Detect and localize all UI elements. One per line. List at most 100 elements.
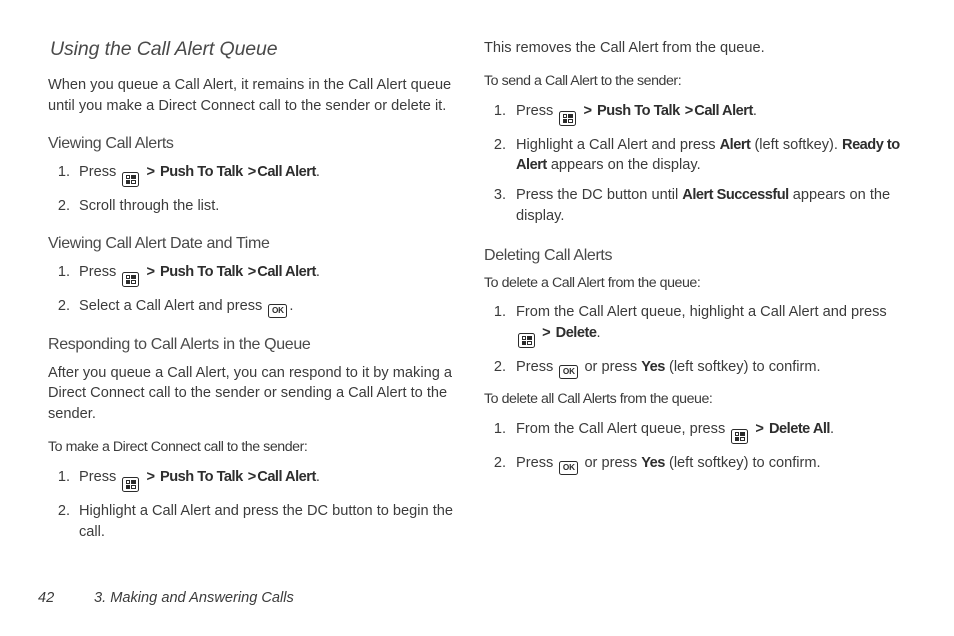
steps-send-call-alert: 1. Press > Push To Talk >Call Alert. 2. … bbox=[484, 101, 904, 227]
list-item: 2. Scroll through the list. bbox=[48, 196, 460, 217]
lead-send-call-alert: To send a Call Alert to the sender: bbox=[484, 72, 682, 89]
step-number: 2. bbox=[493, 359, 506, 376]
path-separator-icon: > bbox=[755, 421, 764, 438]
step-number: 2. bbox=[57, 297, 70, 314]
step-number: 1. bbox=[493, 304, 506, 321]
step-number: 2. bbox=[57, 502, 70, 519]
steps-delete-one: 1. From the Call Alert queue, highlight … bbox=[484, 302, 904, 380]
lead-delete-one: To delete a Call Alert from the queue: bbox=[484, 274, 701, 291]
ok-key-icon: OK bbox=[268, 303, 288, 318]
path-separator-icon: > bbox=[247, 163, 257, 180]
step-number: 2. bbox=[57, 197, 70, 214]
heading-viewing-call-alerts: Viewing Call Alerts bbox=[48, 134, 174, 152]
path-separator-icon: > bbox=[247, 468, 257, 485]
step-press-label: Press bbox=[516, 455, 554, 472]
steps-viewing-call-alerts: 1. Press > Push To Talk >Call Alert. 2. … bbox=[48, 162, 460, 217]
list-item: 1. Press > Push To Talk >Call Alert. bbox=[484, 101, 904, 126]
step-number: 1. bbox=[57, 163, 70, 180]
menu-key-icon bbox=[731, 429, 749, 445]
step-number: 2. bbox=[493, 455, 506, 472]
step-trailing: . bbox=[315, 163, 320, 180]
step-text: Select a Call Alert and press bbox=[79, 297, 263, 314]
list-item: 2. Highlight a Call Alert and press Aler… bbox=[484, 135, 904, 176]
step-number: 1. bbox=[57, 468, 70, 485]
step-text-middle: or press bbox=[584, 455, 638, 472]
step-trailing: . bbox=[752, 102, 757, 119]
step-text: Highlight a Call Alert and press the DC … bbox=[79, 502, 453, 540]
step-trailing: . bbox=[289, 297, 294, 314]
step-press-label: Press bbox=[79, 468, 117, 485]
path-separator-icon: > bbox=[146, 468, 155, 485]
steps-direct-connect-call: 1. Press > Push To Talk >Call Alert. 2. … bbox=[48, 467, 460, 543]
path-separator-icon: > bbox=[684, 102, 694, 119]
menu-item-delete: Delete bbox=[555, 325, 597, 342]
step-trailing: . bbox=[315, 263, 320, 280]
menu-path-call-alert: Call Alert bbox=[257, 468, 316, 485]
path-separator-icon: > bbox=[583, 102, 592, 119]
step-trailing: . bbox=[315, 468, 320, 485]
step-text-middle: or press bbox=[584, 359, 638, 376]
step-press-label: Press bbox=[79, 263, 117, 280]
intro-paragraph: When you queue a Call Alert, it remains … bbox=[48, 77, 452, 115]
step-press-label: Press bbox=[516, 359, 554, 376]
softkey-yes: Yes bbox=[641, 455, 665, 472]
step-text-after: appears on the display. bbox=[550, 157, 701, 174]
footer-chapter: 3. Making and Answering Calls bbox=[94, 590, 294, 606]
path-separator-icon: > bbox=[146, 263, 155, 280]
step-text-after: (left softkey) to confirm. bbox=[668, 455, 821, 472]
list-item: 1. Press > Push To Talk >Call Alert. bbox=[48, 262, 460, 287]
left-column: Using the Call Alert Queue When you queu… bbox=[48, 38, 460, 553]
step-number: 1. bbox=[493, 102, 506, 119]
step-press-label: Press bbox=[516, 102, 554, 119]
page-footer: 42 3. Making and Answering Calls bbox=[38, 590, 294, 606]
step-number: 2. bbox=[493, 136, 506, 153]
steps-viewing-date-time: 1. Press > Push To Talk >Call Alert. 2. … bbox=[48, 262, 460, 318]
heading-viewing-date-time: Viewing Call Alert Date and Time bbox=[48, 234, 270, 252]
ok-key-icon: OK bbox=[559, 365, 579, 380]
menu-path-push-to-talk: Push To Talk bbox=[160, 468, 243, 485]
right-column: This removes the Call Alert from the que… bbox=[484, 38, 904, 486]
ok-key-icon: OK bbox=[559, 461, 579, 476]
step-text-after: (left softkey) to confirm. bbox=[668, 359, 821, 376]
menu-key-icon bbox=[559, 110, 577, 126]
step-text: From the Call Alert queue, press bbox=[516, 421, 726, 438]
list-item: 2. Press OK or press Yes (left softkey) … bbox=[484, 357, 904, 380]
step-number: 1. bbox=[493, 421, 506, 438]
list-item: 1. From the Call Alert queue, press > De… bbox=[484, 419, 904, 445]
footer-page-number: 42 bbox=[38, 590, 55, 606]
menu-key-icon bbox=[122, 271, 140, 287]
list-item: 2. Select a Call Alert and press OK. bbox=[48, 296, 460, 318]
list-item: 1. Press > Push To Talk >Call Alert. bbox=[48, 467, 460, 492]
list-item: 1. From the Call Alert queue, highlight … bbox=[484, 302, 904, 349]
menu-path-push-to-talk: Push To Talk bbox=[597, 102, 680, 119]
list-item: 2. Highlight a Call Alert and press the … bbox=[48, 501, 460, 542]
path-separator-icon: > bbox=[146, 163, 155, 180]
step-text-middle: (left softkey). bbox=[754, 136, 838, 153]
lead-direct-connect-call: To make a Direct Connect call to the sen… bbox=[48, 438, 308, 455]
softkey-alert: Alert bbox=[719, 136, 751, 153]
step-text: Scroll through the list. bbox=[79, 197, 220, 214]
lead-delete-all: To delete all Call Alerts from the queue… bbox=[484, 391, 713, 408]
step-press-label: Press bbox=[79, 163, 117, 180]
menu-path-call-alert: Call Alert bbox=[694, 102, 753, 119]
steps-delete-all: 1. From the Call Alert queue, press > De… bbox=[484, 419, 904, 476]
step-text: From the Call Alert queue, highlight a C… bbox=[516, 304, 887, 321]
list-item: 1. Press > Push To Talk >Call Alert. bbox=[48, 162, 460, 187]
heading-deleting-call-alerts: Deleting Call Alerts bbox=[484, 246, 613, 264]
menu-path-call-alert: Call Alert bbox=[257, 263, 316, 280]
menu-path-call-alert: Call Alert bbox=[257, 163, 316, 180]
step-trailing: . bbox=[829, 421, 835, 438]
menu-key-icon bbox=[122, 171, 140, 187]
page-title: Using the Call Alert Queue bbox=[50, 38, 278, 60]
step-number: 1. bbox=[57, 263, 70, 280]
removes-paragraph: This removes the Call Alert from the que… bbox=[484, 40, 765, 56]
manual-page: Using the Call Alert Queue When you queu… bbox=[0, 0, 954, 636]
status-alert-successful: Alert Successful bbox=[682, 187, 789, 204]
step-text: Highlight a Call Alert and press bbox=[516, 136, 716, 153]
menu-key-icon bbox=[518, 333, 535, 349]
menu-key-icon bbox=[122, 476, 140, 492]
path-separator-icon: > bbox=[542, 325, 551, 342]
step-number: 3. bbox=[493, 187, 506, 204]
heading-responding-queue: Responding to Call Alerts in the Queue bbox=[48, 335, 311, 353]
menu-path-push-to-talk: Push To Talk bbox=[160, 163, 243, 180]
